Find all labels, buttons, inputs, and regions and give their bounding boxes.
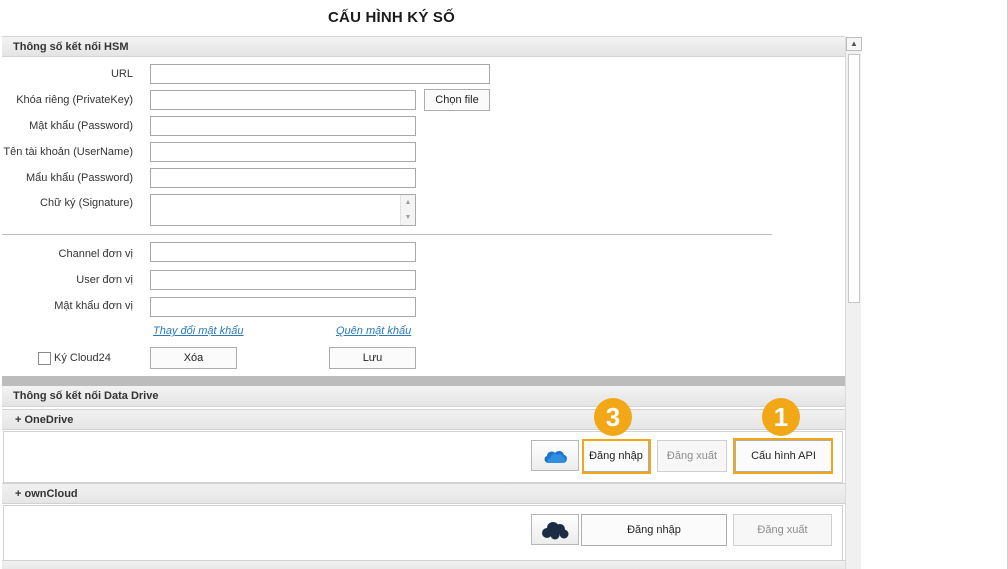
scroll-up-icon[interactable]: ▲ [846,37,862,51]
private-key-input[interactable] [150,90,416,110]
onedrive-config-api-button[interactable]: Cấu hình API [735,440,832,472]
vertical-scrollbar[interactable]: ▲ [845,37,862,569]
onedrive-login-button[interactable]: Đăng nhập [583,440,649,472]
change-password-link[interactable]: Thay đổi mật khẩu [153,325,244,337]
step-badge-1: 1 [762,398,800,436]
url-input[interactable] [150,64,490,84]
scrollbar-thumb[interactable] [848,54,860,303]
password2-label: Mẩu khẩu (Password) [26,172,133,184]
unit-password-label: Mật khẩu đơn vị [54,300,133,312]
delete-button[interactable]: Xóa [150,347,237,369]
username-label: Tên tài khoản (UserName) [3,146,133,158]
unit-user-input[interactable] [150,270,416,290]
unit-channel-label: Channel đơn vị [58,248,133,260]
password-input[interactable] [150,116,416,136]
forgot-password-link[interactable]: Quên mật khẩu [336,325,411,337]
password2-input[interactable] [150,168,416,188]
section-divider [2,234,772,235]
choose-file-button[interactable]: Chọn file [424,89,490,111]
signature-textarea[interactable]: ▲ ▼ [150,194,416,226]
onedrive-header[interactable]: + OneDrive [2,409,845,430]
onedrive-cloud-icon [544,450,567,463]
password-label: Mật khẩu (Password) [29,120,133,132]
cloud24-checkbox-label: Ký Cloud24 [54,352,111,364]
unit-channel-input[interactable] [150,242,416,262]
owncloud-icon-box [531,514,579,545]
next-section-header [2,560,845,569]
private-key-label: Khóa riêng (PrivateKey) [16,94,133,106]
onedrive-icon-box [531,440,579,471]
cloud24-checkbox[interactable] [38,352,51,365]
scroll-down-arrow-icon[interactable]: ▼ [401,210,415,225]
hsm-section-header: Thông số kết nối HSM [2,36,845,57]
unit-password-input[interactable] [150,297,416,317]
unit-user-label: User đơn vị [76,274,133,286]
owncloud-cloud-icon [542,521,569,539]
owncloud-login-button[interactable]: Đăng nhập [581,514,727,546]
settings-panel: Thông số kết nối HSM URL Khóa riêng (Pri… [2,36,845,569]
signature-scrollbar[interactable]: ▲ ▼ [400,195,415,225]
step-badge-3: 3 [594,398,632,436]
username-input[interactable] [150,142,416,162]
owncloud-logout-button[interactable]: Đăng xuất [733,514,832,546]
save-button[interactable]: Lưu [329,347,416,369]
owncloud-header[interactable]: + ownCloud [2,483,845,504]
data-drive-section-header: Thông số kết nối Data Drive [2,386,845,407]
url-label: URL [110,68,133,80]
scroll-up-arrow-icon[interactable]: ▲ [401,195,415,210]
signature-label: Chữ ký (Signature) [40,197,133,209]
onedrive-logout-button[interactable]: Đăng xuất [657,440,727,472]
section-separator [2,376,845,386]
page-title: CẤU HÌNH KÝ SỐ [328,9,455,26]
